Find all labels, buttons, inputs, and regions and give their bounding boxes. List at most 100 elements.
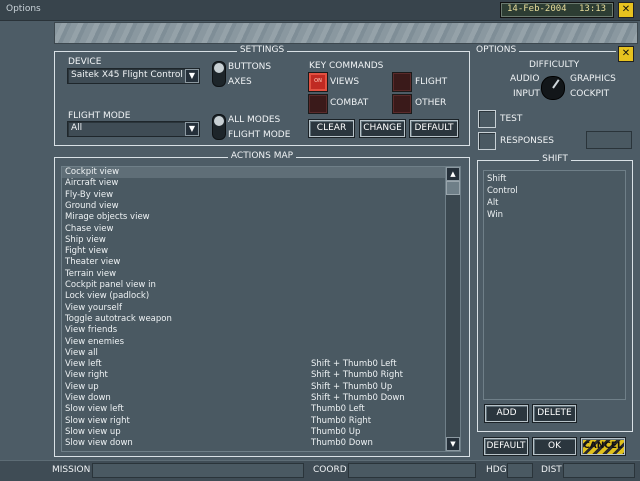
action-row[interactable]: View enemies (62, 337, 446, 348)
action-name: Theater view (65, 257, 121, 268)
flight-label: FLIGHT (415, 77, 448, 87)
action-row[interactable]: Mirage objects view (62, 212, 446, 223)
action-name: View yourself (65, 302, 122, 313)
chevron-down-icon[interactable]: ▼ (185, 122, 199, 136)
mission-label: MISSION (52, 465, 91, 475)
responses-field[interactable] (586, 131, 632, 149)
combat-key-button[interactable] (308, 94, 328, 114)
status-bar: MISSION COORD HDG DIST (0, 460, 640, 481)
test-label: TEST (500, 114, 523, 124)
close-options-button[interactable]: ✕ (618, 46, 634, 62)
change-button[interactable]: CHANGE (360, 120, 405, 137)
responses-checkbox[interactable] (478, 132, 496, 150)
action-name: View enemies (65, 336, 125, 347)
views-key-button[interactable]: ON (308, 72, 328, 92)
action-name: Toggle autotrack weapon (65, 313, 172, 324)
ok-button[interactable]: OK (533, 438, 576, 455)
close-window-button[interactable]: ✕ (618, 2, 634, 18)
delete-button[interactable]: DELETE (533, 405, 576, 422)
action-key-binding: Shift + Thumb0 Up (311, 381, 393, 392)
scroll-thumb[interactable] (446, 181, 460, 195)
action-row[interactable]: Terrain view (62, 269, 446, 280)
shift-list-item[interactable]: Control (487, 186, 518, 196)
action-row[interactable]: Slow view down Thumb0 Down (62, 438, 446, 449)
action-name: Chase view (65, 223, 114, 234)
options-dial[interactable] (541, 76, 565, 100)
action-row[interactable]: Cockpit panel view in (62, 280, 446, 291)
toggle-knob (214, 116, 224, 126)
action-row[interactable]: Slow view left Thumb0 Left (62, 404, 446, 415)
other-label: OTHER (415, 98, 447, 108)
dist-field (563, 463, 635, 478)
toggle-knob (214, 63, 224, 73)
axes-label: AXES (228, 77, 252, 87)
flight-mode-select[interactable]: All ▼ (67, 121, 200, 137)
action-key-binding: Shift + Thumb0 Down (311, 393, 405, 403)
default-button[interactable]: DEFAULT (484, 438, 528, 455)
action-row[interactable]: View right Shift + Thumb0 Right (62, 370, 446, 381)
device-select-value: Saitek X45 Flight Controller (71, 70, 183, 80)
date-display: 14-Feb-2004 (507, 4, 567, 14)
actions-list[interactable]: Cockpit view Aircraft view Fly-By view Grou… (61, 166, 447, 452)
action-row[interactable]: View down Shift + Thumb0 Down (62, 393, 446, 404)
actions-scrollbar[interactable]: ▲ ▼ (445, 166, 461, 452)
audio-label: AUDIO (510, 74, 540, 84)
action-key-binding: Thumb0 Up (311, 426, 361, 437)
actions-map-title: ACTIONS MAP (227, 151, 297, 161)
action-key-binding: Shift + Thumb0 Left (311, 359, 397, 370)
action-row[interactable]: Theater view (62, 257, 446, 268)
settings-title: SETTINGS (236, 45, 288, 55)
responses-label: RESPONSES (500, 136, 555, 146)
action-row[interactable]: View up Shift + Thumb0 Up (62, 382, 446, 393)
map-strip (54, 22, 638, 44)
all-modes-label: ALL MODES (228, 115, 281, 125)
device-select[interactable]: Saitek X45 Flight Controller ▼ (67, 68, 200, 84)
chevron-down-icon[interactable]: ▼ (185, 69, 199, 83)
scroll-down-icon[interactable]: ▼ (446, 437, 460, 451)
action-row[interactable]: Lock view (padlock) (62, 291, 446, 302)
buttons-label: BUTTONS (228, 62, 272, 72)
action-row[interactable]: Slow view up Thumb0 Up (62, 427, 446, 438)
cockpit-label: COCKPIT (570, 89, 610, 99)
action-row[interactable]: View yourself (62, 303, 446, 314)
action-row[interactable]: Toggle autotrack weapon (62, 314, 446, 325)
test-checkbox[interactable] (478, 110, 496, 128)
flight-mode-label: FLIGHT MODE (68, 111, 131, 121)
action-row[interactable]: Fight view (62, 246, 446, 257)
action-key-binding: Thumb0 Right (311, 415, 372, 426)
action-name: View all (65, 347, 98, 358)
other-key-button[interactable] (392, 94, 412, 114)
scroll-up-icon[interactable]: ▲ (446, 167, 460, 181)
flight-mode-toggle-label: FLIGHT MODE (228, 130, 291, 140)
cancel-button[interactable]: CANCEL (581, 438, 625, 455)
shift-list-item[interactable]: Alt (487, 198, 499, 208)
clear-button[interactable]: CLEAR (309, 120, 354, 137)
settings-default-button[interactable]: DEFAULT (410, 120, 458, 137)
device-label: DEVICE (68, 57, 102, 67)
modes-toggle[interactable] (212, 114, 226, 140)
action-name: View friends (65, 325, 118, 336)
add-button[interactable]: ADD (485, 405, 528, 422)
flight-key-button[interactable] (392, 72, 412, 92)
action-row[interactable]: View all (62, 348, 446, 359)
action-row[interactable]: View friends (62, 325, 446, 336)
action-row[interactable]: Slow view right Thumb0 Right (62, 416, 446, 427)
options-title: OPTIONS (476, 45, 520, 55)
shift-list[interactable]: Shift Control Alt Win (483, 170, 626, 400)
shift-list-item[interactable]: Win (487, 210, 503, 220)
title-bar: Options 14-Feb-2004 13:13 ✕ (0, 0, 640, 21)
shift-list-item[interactable]: Shift (487, 174, 506, 184)
buttons-axes-toggle[interactable] (212, 61, 226, 87)
shift-title: SHIFT (539, 154, 571, 164)
action-row[interactable]: Ground view (62, 201, 446, 212)
action-key-binding: Thumb0 Left (311, 404, 365, 415)
action-row[interactable]: Ship view (62, 235, 446, 246)
action-row[interactable]: Aircraft view (62, 178, 446, 189)
action-name: Lock view (padlock) (65, 291, 150, 302)
action-row[interactable]: Cockpit view (62, 167, 446, 179)
dial-pointer (552, 79, 560, 89)
action-row[interactable]: View left Shift + Thumb0 Left (62, 359, 446, 370)
action-row[interactable]: Fly-By view (62, 190, 446, 201)
action-name: View left (65, 359, 102, 370)
action-row[interactable]: Chase view (62, 224, 446, 235)
